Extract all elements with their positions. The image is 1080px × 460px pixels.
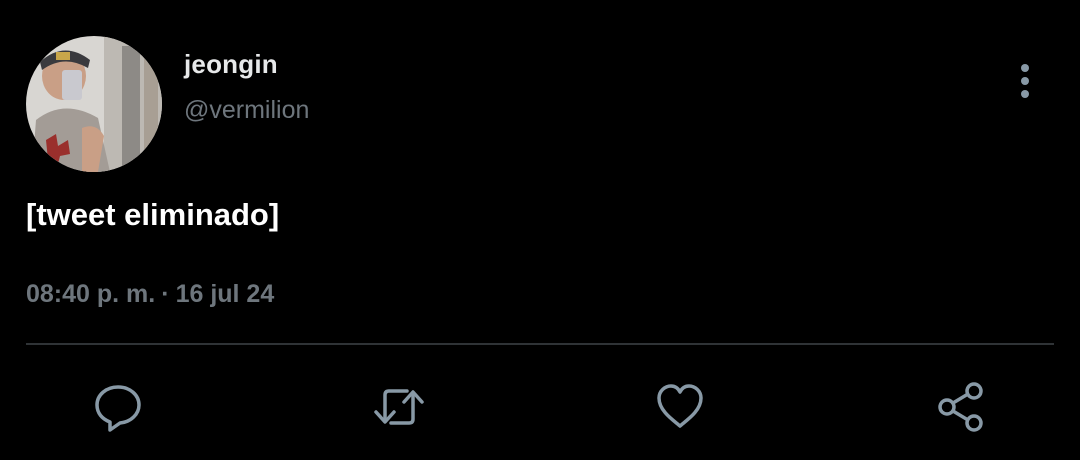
heart-icon xyxy=(657,384,703,428)
tweet-time: 08:40 p. m. xyxy=(26,280,156,308)
tweet-text: [tweet eliminado] xyxy=(26,197,280,232)
reply-button[interactable] xyxy=(92,381,144,433)
avatar[interactable] xyxy=(26,36,162,172)
more-options-button[interactable] xyxy=(1005,62,1045,102)
meta-separator: · xyxy=(161,280,170,308)
retweet-icon xyxy=(374,389,424,425)
share-button[interactable] xyxy=(935,381,987,433)
display-name[interactable]: jeongin xyxy=(184,49,278,80)
tweet-date: 16 jul 24 xyxy=(175,280,275,308)
more-vertical-icon xyxy=(1021,64,1029,98)
share-icon xyxy=(938,382,983,432)
retweet-button[interactable] xyxy=(373,381,425,433)
user-handle[interactable]: @vermilion xyxy=(184,96,309,125)
reply-icon xyxy=(95,385,141,432)
divider xyxy=(26,343,1054,345)
tweet-timestamp[interactable]: 08:40 p. m. · 16 jul 24 xyxy=(26,280,274,309)
like-button[interactable] xyxy=(654,381,706,433)
